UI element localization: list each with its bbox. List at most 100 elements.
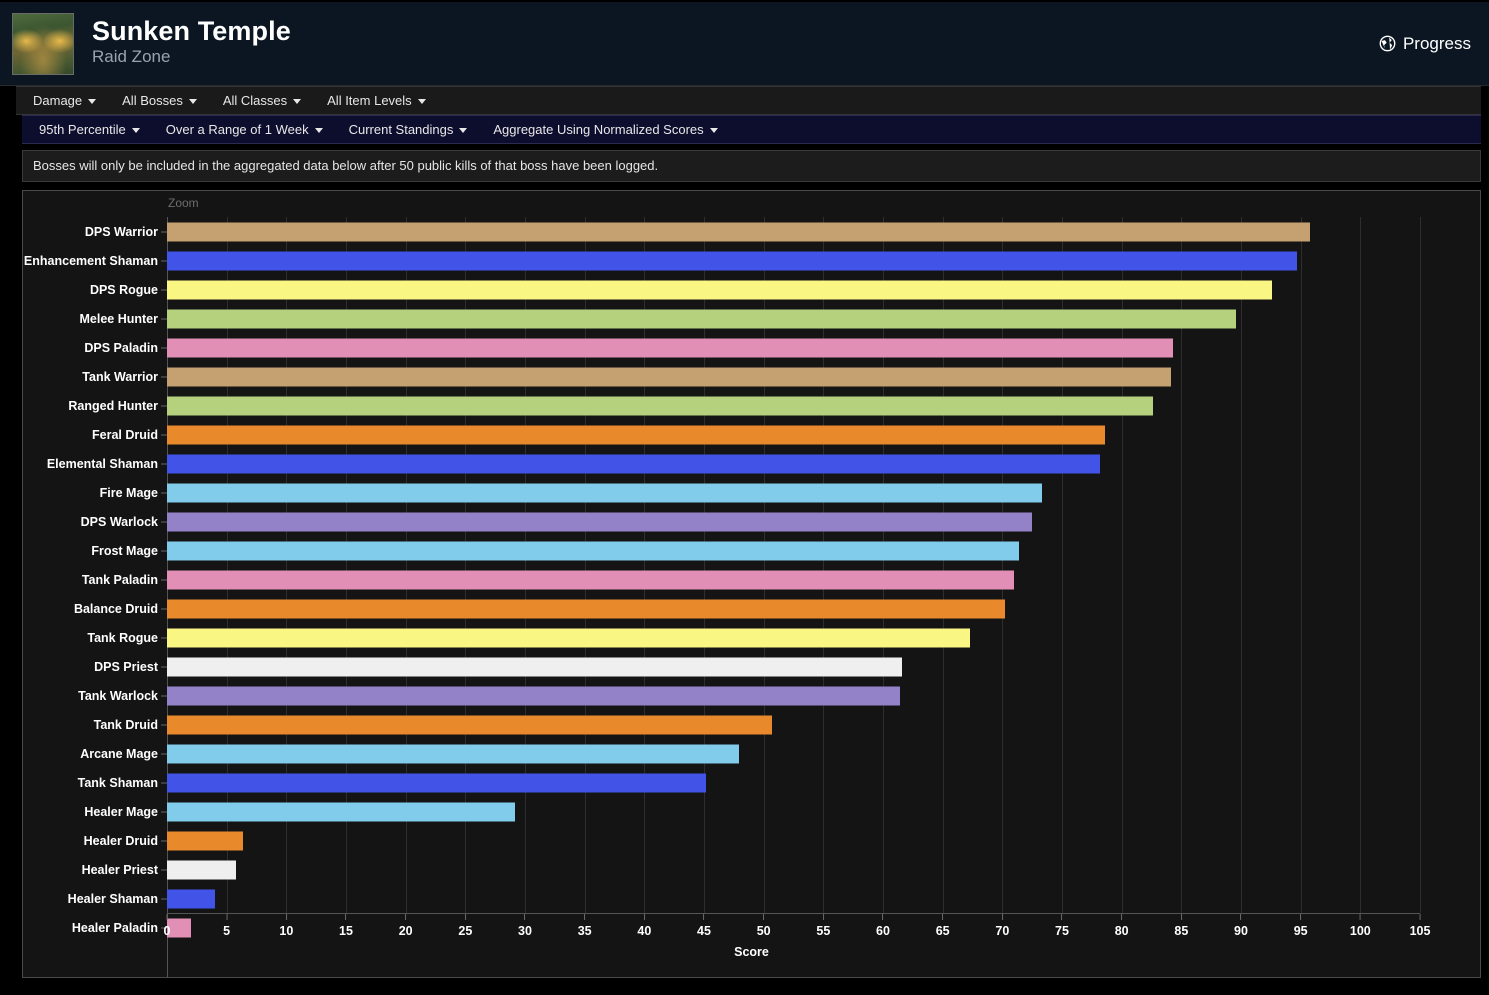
bar[interactable]: [167, 425, 1105, 445]
filter-secondary-0[interactable]: 95th Percentile: [26, 122, 153, 137]
x-tick-mark: [1240, 914, 1242, 921]
x-axis-tick: 105: [1410, 914, 1430, 938]
bar-category-label: Healer Mage: [84, 804, 158, 819]
bar[interactable]: [167, 483, 1042, 503]
bar[interactable]: [167, 657, 903, 677]
x-tick-label: 70: [995, 924, 1010, 939]
filter-secondary-2[interactable]: Current Standings: [336, 122, 481, 137]
x-axis-tick: 40: [637, 914, 651, 938]
filter-primary-1[interactable]: All Bosses: [109, 93, 210, 108]
bar[interactable]: [167, 686, 900, 706]
bar[interactable]: [167, 367, 1171, 387]
bar-track: [167, 449, 1480, 478]
progress-link[interactable]: Progress: [1379, 34, 1471, 54]
bar[interactable]: [167, 396, 1153, 416]
chart-bar-row[interactable]: DPS Warrior: [23, 217, 1480, 246]
bar[interactable]: [167, 599, 1005, 619]
chevron-down-icon: [459, 127, 468, 133]
chart-bar-row[interactable]: Ranged Hunter: [23, 391, 1480, 420]
x-axis-tick: 50: [757, 914, 771, 938]
chart-bar-row[interactable]: DPS Priest: [23, 652, 1480, 681]
filter-secondary-1[interactable]: Over a Range of 1 Week: [153, 122, 336, 137]
chart-bar-row[interactable]: DPS Paladin: [23, 333, 1480, 362]
bar-category-label: Enhancement Shaman: [23, 253, 158, 268]
progress-label: Progress: [1402, 33, 1471, 53]
x-tick-label: 35: [577, 924, 592, 939]
x-tick-mark: [822, 914, 824, 921]
chart-bar-row[interactable]: Tank Warlock: [23, 681, 1480, 710]
bar-track: [167, 217, 1480, 246]
x-axis-tick: 15: [339, 914, 353, 938]
chart-bar-row[interactable]: Healer Shaman: [23, 884, 1480, 913]
bar[interactable]: [167, 512, 1033, 532]
chart-bar-row[interactable]: Tank Warrior: [23, 362, 1480, 391]
bar-category-label: Tank Warlock: [78, 688, 158, 703]
bar[interactable]: [167, 454, 1101, 474]
chart-zoom-label[interactable]: Zoom: [168, 196, 199, 210]
bar[interactable]: [167, 338, 1173, 358]
filter-label: Over a Range of 1 Week: [165, 122, 309, 137]
x-tick-mark: [1180, 914, 1182, 921]
x-tick-label: 40: [637, 924, 652, 939]
bar[interactable]: [167, 831, 244, 851]
bar[interactable]: [167, 802, 516, 822]
bar[interactable]: [167, 628, 971, 648]
x-tick-label: 25: [458, 924, 473, 939]
filter-primary-0[interactable]: Damage: [20, 93, 109, 108]
chart-bar-row[interactable]: Tank Rogue: [23, 623, 1480, 652]
bar-category-label: Arcane Mage: [80, 746, 158, 761]
x-axis-tick: 55: [816, 914, 830, 938]
x-tick-label: 85: [1174, 924, 1189, 939]
chart-bar-row[interactable]: Enhancement Shaman: [23, 246, 1480, 275]
bar[interactable]: [167, 251, 1298, 271]
bar[interactable]: [167, 570, 1015, 590]
chart-bar-row[interactable]: Frost Mage: [23, 536, 1480, 565]
chart-bar-row[interactable]: Tank Paladin: [23, 565, 1480, 594]
x-tick-mark: [584, 914, 586, 921]
chart-bar-row[interactable]: Fire Mage: [23, 478, 1480, 507]
filter-label: Damage: [33, 93, 83, 108]
bar[interactable]: [167, 744, 739, 764]
x-axis-tick: 20: [399, 914, 413, 938]
x-axis-tick: 25: [458, 914, 472, 938]
chart-bar-row[interactable]: Balance Druid: [23, 594, 1480, 623]
chart-bar-row[interactable]: DPS Rogue: [23, 275, 1480, 304]
bar-track: [167, 681, 1480, 710]
bar-track: [167, 884, 1480, 913]
secondary-filter-bar: 95th Percentile Over a Range of 1 Week Cur…: [22, 115, 1481, 144]
x-tick-label: 15: [339, 924, 353, 939]
x-axis-tick: 5: [223, 914, 230, 938]
x-tick-label: 55: [816, 924, 831, 939]
chart-bar-row[interactable]: Arcane Mage: [23, 739, 1480, 768]
chart-bar-row[interactable]: Tank Druid: [23, 710, 1480, 739]
bar[interactable]: [167, 222, 1311, 242]
bar-track: [167, 768, 1480, 797]
chart-bar-row[interactable]: Healer Priest: [23, 855, 1480, 884]
chart-bar-row[interactable]: Healer Druid: [23, 826, 1480, 855]
chart-bar-row[interactable]: Elemental Shaman: [23, 449, 1480, 478]
bar-category-label: Tank Warrior: [82, 369, 158, 384]
chart-bar-row[interactable]: Feral Druid: [23, 420, 1480, 449]
filter-secondary-3[interactable]: Aggregate Using Normalized Scores: [480, 122, 730, 137]
bar[interactable]: [167, 860, 237, 880]
bar-category-label: Tank Druid: [93, 717, 158, 732]
bar-category-label: Feral Druid: [92, 427, 158, 442]
bar[interactable]: [167, 773, 707, 793]
page-title: Sunken Temple: [92, 16, 291, 46]
bar[interactable]: [167, 309, 1237, 329]
x-tick-label: 5: [223, 924, 231, 939]
chart-bar-row[interactable]: DPS Warlock: [23, 507, 1480, 536]
bar[interactable]: [167, 889, 215, 909]
filter-primary-2[interactable]: All Classes: [210, 93, 314, 108]
bar[interactable]: [167, 280, 1273, 300]
bar-category-label: Healer Priest: [81, 862, 158, 877]
x-axis-tick: 65: [936, 914, 950, 938]
bar[interactable]: [167, 715, 773, 735]
chart-bar-row[interactable]: Tank Shaman: [23, 768, 1480, 797]
chart-bar-row[interactable]: Melee Hunter: [23, 304, 1480, 333]
filter-primary-3[interactable]: All Item Levels: [314, 93, 439, 108]
bar[interactable]: [167, 541, 1020, 561]
bar-category-label: Frost Mage: [91, 543, 158, 558]
bar-category-label: Balance Druid: [73, 601, 158, 616]
chart-bar-row[interactable]: Healer Mage: [23, 797, 1480, 826]
